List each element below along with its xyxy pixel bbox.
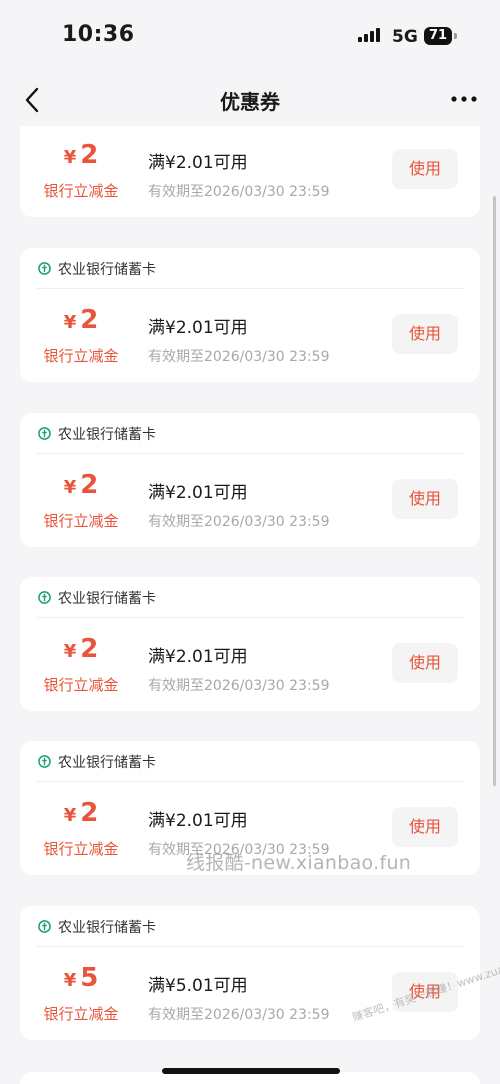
coupon-header: 农业银行储蓄卡 — [36, 741, 464, 782]
coupon-amount: ¥2 — [20, 470, 142, 500]
coupon-amount: ¥2 — [20, 140, 142, 170]
abc-bank-icon — [38, 591, 51, 604]
use-button[interactable]: 使用 — [392, 314, 458, 354]
status-bar: 10:36 5G 71 — [0, 0, 500, 74]
coupon-condition: 满¥2.01可用 — [148, 811, 248, 831]
coupon-type: 银行立减金 — [43, 347, 119, 365]
coupon-body: ¥2 银行立减金 满¥2.01可用 有效期至2026/03/30 23:59 使… — [20, 126, 480, 217]
coupon-validity: 有效期至2026/03/30 23:59 — [148, 678, 330, 694]
coupon-validity: 有效期至2026/03/30 23:59 — [148, 349, 330, 365]
coupon-amount: ¥2 — [20, 634, 142, 664]
use-button[interactable]: 使用 — [392, 643, 458, 683]
currency-symbol: ¥ — [63, 970, 77, 991]
coupon-type: 银行立减金 — [43, 840, 119, 858]
coupon-header: 农业银行储蓄卡 — [36, 413, 464, 454]
scrollbar[interactable] — [493, 196, 496, 786]
battery-icon: 71 — [424, 27, 452, 45]
bank-name: 农业银行储蓄卡 — [58, 262, 156, 278]
amount-value: 2 — [80, 470, 99, 500]
coupon-amount: ¥5 — [20, 963, 142, 993]
use-button[interactable]: 使用 — [392, 479, 458, 519]
battery-tip — [454, 33, 457, 39]
coupon-body: ¥2 银行立减金 满¥2.01可用 有效期至2026/03/30 23:59 使… — [20, 454, 480, 547]
coupon-body: ¥2 银行立减金 满¥2.01可用 有效期至2026/03/30 23:59 使… — [20, 289, 480, 382]
currency-symbol: ¥ — [63, 805, 77, 826]
network-type: 5G — [392, 27, 418, 47]
amount-value: 2 — [80, 305, 99, 335]
coupon-header: 农业银行储蓄卡 — [36, 248, 464, 289]
coupon-type: 银行立减金 — [43, 1005, 119, 1023]
more-dots-icon — [451, 96, 477, 102]
bank-name: 农业银行储蓄卡 — [58, 427, 156, 443]
coupon-validity: 有效期至2026/03/30 23:59 — [148, 184, 330, 200]
coupon-body: ¥2 银行立减金 满¥2.01可用 有效期至2026/03/30 23:59 使… — [20, 618, 480, 711]
abc-bank-icon — [38, 755, 51, 768]
coupon-amount: ¥2 — [20, 798, 142, 828]
cellular-signal-icon — [358, 28, 380, 42]
coupon-amount: ¥2 — [20, 305, 142, 335]
more-button[interactable] — [446, 84, 482, 114]
coupon-condition: 满¥2.01可用 — [148, 318, 248, 338]
currency-symbol: ¥ — [63, 147, 77, 168]
use-button[interactable]: 使用 — [392, 807, 458, 847]
bank-name: 农业银行储蓄卡 — [58, 755, 156, 771]
currency-symbol: ¥ — [63, 641, 77, 662]
status-time: 10:36 — [62, 22, 135, 47]
coupon-condition: 满¥2.01可用 — [148, 647, 248, 667]
nav-bar: 优惠券 — [0, 74, 500, 126]
abc-bank-icon — [38, 262, 51, 275]
coupon-condition: 满¥5.01可用 — [148, 976, 248, 996]
abc-bank-icon — [38, 920, 51, 933]
bank-name: 农业银行储蓄卡 — [58, 591, 156, 607]
coupon-type: 银行立减金 — [43, 512, 119, 530]
coupon-card: 农业银行储蓄卡 ¥5 银行立减金 满¥5.01可用 有效期至2026/03/30… — [20, 906, 480, 1040]
amount-value: 2 — [80, 798, 99, 828]
coupon-type: 银行立减金 — [43, 676, 119, 694]
home-indicator[interactable] — [162, 1068, 340, 1074]
coupon-condition: 满¥2.01可用 — [148, 153, 248, 173]
coupon-card: 农业银行储蓄卡 ¥2 银行立减金 满¥2.01可用 有效期至2026/03/30… — [20, 248, 480, 382]
coupon-header: 农业银行储蓄卡 — [36, 906, 464, 947]
coupon-list[interactable]: ¥2 银行立减金 满¥2.01可用 有效期至2026/03/30 23:59 使… — [0, 126, 500, 1084]
coupon-validity: 有效期至2026/03/30 23:59 — [148, 514, 330, 530]
coupon-type: 银行立减金 — [43, 182, 119, 200]
coupon-validity: 有效期至2026/03/30 23:59 — [148, 1007, 330, 1023]
bank-name: 农业银行储蓄卡 — [58, 920, 156, 936]
use-button[interactable]: 使用 — [392, 149, 458, 189]
amount-value: 2 — [80, 140, 99, 170]
currency-symbol: ¥ — [63, 477, 77, 498]
coupon-card: 农业银行储蓄卡 ¥2 银行立减金 满¥2.01可用 有效期至2026/03/30… — [20, 577, 480, 711]
coupon-header: 农业银行储蓄卡 — [36, 577, 464, 618]
abc-bank-icon — [38, 427, 51, 440]
coupon-card: 农业银行储蓄卡 ¥2 银行立减金 满¥2.01可用 有效期至2026/03/30… — [20, 413, 480, 547]
amount-value: 2 — [80, 634, 99, 664]
page-title: 优惠券 — [220, 90, 280, 114]
amount-value: 5 — [80, 963, 99, 993]
coupon-condition: 满¥2.01可用 — [148, 483, 248, 503]
watermark: 线报酷-new.xianbao.fun — [186, 852, 412, 874]
currency-symbol: ¥ — [63, 312, 77, 333]
coupon-card: ¥2 银行立减金 满¥2.01可用 有效期至2026/03/30 23:59 使… — [20, 126, 480, 217]
